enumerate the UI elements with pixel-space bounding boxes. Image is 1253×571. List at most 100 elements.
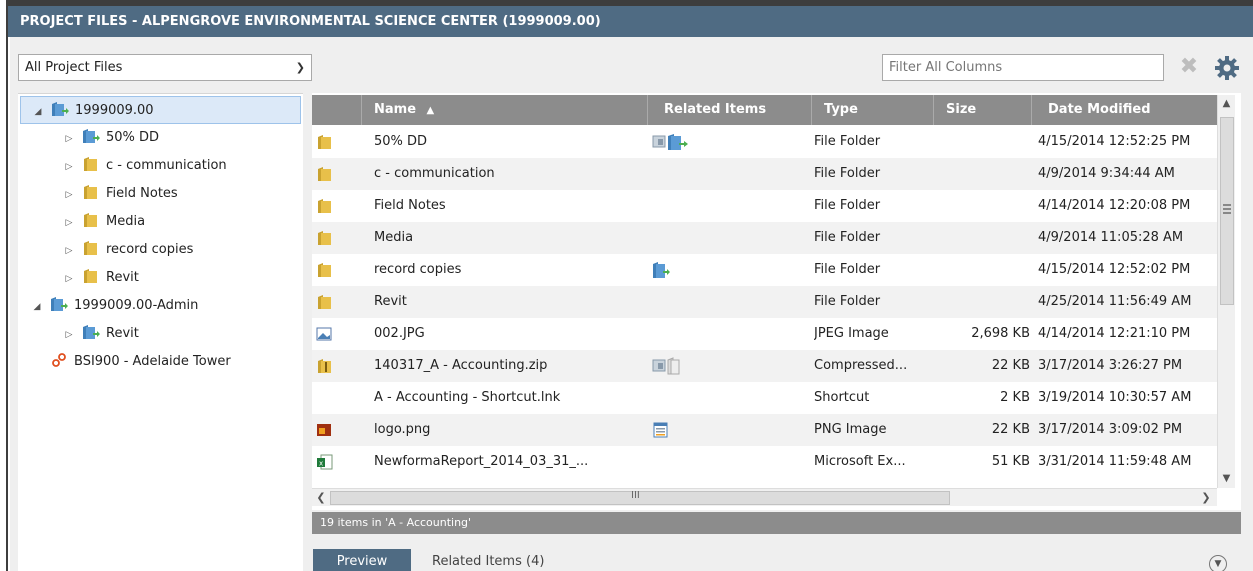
folder-icon [316,126,338,158]
folder-icon [82,269,106,285]
column-header-name-label: Name [374,102,417,117]
cell-related-empty [652,158,812,190]
cell-size [936,126,1030,158]
expand-arrow-icon[interactable]: ▷ [62,209,76,237]
cell-type: JPEG Image [814,326,889,341]
folder-icon [82,241,106,257]
link-icon [50,353,74,369]
collapse-panel-icon[interactable]: ▼ [1209,555,1227,571]
horizontal-scroll-thumb[interactable]: III [330,490,950,505]
table-row[interactable]: record copies File Folder 4/15/2014 12:52:… [312,254,1217,286]
tree-item-label: 50% DD [106,130,160,145]
tree-item[interactable]: ▷ Revit [62,320,139,348]
excel-file-icon: x [316,446,338,478]
table-row[interactable]: 50% DD File Folder 4/15/2014 12:52:25 PM [312,126,1217,158]
collapse-arrow-icon[interactable]: ◢ [30,293,44,321]
clear-filter-icon[interactable]: ✖ [1178,55,1200,79]
vertical-scrollbar[interactable]: ▲ ▼ [1217,95,1235,488]
tree-item-label: Media [106,214,146,229]
cell-type: PNG Image [814,422,887,437]
cell-size: 22 KB [991,358,1030,373]
vertical-scroll-thumb[interactable] [1220,117,1234,305]
tree-item-label: Revit [106,326,139,341]
folder-tree: ◢ 1999009.00 ▷ 50% DD ▷ c - communication ▷ Fie… [18,93,303,571]
collapse-arrow-icon[interactable]: ◢ [31,98,45,126]
table-row[interactable]: Field Notes File Folder 4/14/2014 12:20:08… [312,190,1217,222]
tree-item[interactable]: ▷ c - communication [62,152,227,180]
gear-icon[interactable] [1214,55,1240,81]
scroll-right-icon[interactable]: ❯ [1197,489,1215,507]
project-folder-icon [50,297,74,313]
cell-name: 002.JPG [374,326,425,341]
expand-arrow-icon[interactable]: ▷ [62,181,76,209]
expand-arrow-icon[interactable]: ▷ [62,265,76,293]
view-select[interactable]: All Project Files ❯ [18,54,312,81]
expand-arrow-icon[interactable]: ▷ [62,125,76,153]
table-row[interactable]: 140317_A - Accounting.zip Compressed... 22… [312,350,1217,382]
column-header-name[interactable]: Name ▲ [362,95,648,125]
table-row[interactable]: Media File Folder 4/9/2014 11:05:28 AM [312,222,1217,254]
tree-item[interactable]: ▷ record copies [62,236,193,264]
project-folder-icon [51,102,75,118]
cell-size: 2 KB [1000,390,1030,405]
table-row[interactable]: A - Accounting - Shortcut.lnk Shortcut 2 K… [312,382,1217,414]
column-header-type[interactable]: Type [812,95,934,125]
table-row[interactable]: Revit File Folder 4/25/2014 11:56:49 AM [312,286,1217,318]
expand-arrow-icon[interactable]: ▷ [62,321,76,349]
scroll-down-icon[interactable]: ▼ [1218,470,1235,488]
page-title: PROJECT FILES - ALPENGROVE ENVIRONMENTAL… [8,6,1253,37]
cell-related-empty [652,190,812,222]
tree-item[interactable]: ▷ Media [62,208,145,236]
tab-preview[interactable]: Preview [313,549,411,571]
tab-related-items[interactable]: Related Items (4) [432,549,544,571]
sort-ascending-icon: ▲ [426,105,435,116]
cell-type: File Folder [814,166,881,181]
cell-size [936,286,1030,318]
tree-item[interactable]: ▷ Field Notes [62,180,178,208]
project-folder-icon[interactable] [652,254,812,286]
table-row[interactable]: c - communication File Folder 4/9/2014 9:3… [312,158,1217,190]
scroll-left-icon[interactable]: ❮ [312,489,330,507]
cell-date-modified: 4/15/2014 12:52:02 PM [1038,262,1191,277]
folder-icon [316,286,338,318]
tree-item[interactable]: ◢ 1999009.00 [20,96,301,124]
cell-date-modified: 3/17/2014 3:26:27 PM [1038,358,1183,373]
expand-arrow-icon[interactable]: ▷ [62,153,76,181]
folder-icon [316,222,338,254]
cell-size: 51 KB [991,454,1030,469]
tree-item[interactable]: ▷ 50% DD [62,124,159,152]
table-row[interactable]: x NewformaReport_2014_03_31_... Microsoft … [312,446,1217,478]
image-file-icon [316,318,338,350]
tree-item[interactable]: ◢ 1999009.00-Admin [30,292,198,320]
cell-name: Media [374,230,414,245]
expand-arrow-icon[interactable]: ▷ [62,237,76,265]
cell-name: logo.png [374,422,431,437]
cell-related-empty [652,222,812,254]
cell-type: File Folder [814,198,881,213]
tree-item-label: c - communication [106,158,227,173]
cell-date-modified: 3/19/2014 10:30:57 AM [1038,390,1192,405]
column-header-related[interactable]: Related Items [648,95,812,125]
cell-size [936,222,1030,254]
cell-name: NewformaReport_2014_03_31_... [374,454,589,469]
project-folder-icon [82,325,106,341]
column-header-size[interactable]: Size [934,95,1032,125]
column-header-date-modified[interactable]: Date Modified [1032,95,1217,125]
filter-input[interactable] [882,54,1164,81]
png-file-icon [316,414,338,446]
transmittal-icon[interactable] [652,350,812,382]
table-row[interactable]: 002.JPG JPEG Image 2,698 KB 4/14/2014 12:21… [312,318,1217,350]
tree-item[interactable]: ▷ Revit [62,264,139,292]
cell-date-modified: 4/15/2014 12:52:25 PM [1038,134,1191,149]
horizontal-scrollbar[interactable]: ❮ III ❯ [312,488,1217,506]
table-row[interactable]: logo.png PNG Image 22 KB 3/17/2014 3:09:02 … [312,414,1217,446]
cell-name: A - Accounting - Shortcut.lnk [374,390,561,405]
view-select-value: All Project Files [25,60,123,75]
svg-text:x: x [319,460,323,468]
cell-size: 22 KB [991,422,1030,437]
list-icon[interactable] [652,414,812,446]
scroll-up-icon[interactable]: ▲ [1218,95,1235,113]
tree-item[interactable]: BSI900 - Adelaide Tower [30,348,231,376]
related-items-icon[interactable] [652,126,812,158]
cell-name: 140317_A - Accounting.zip [374,358,548,373]
